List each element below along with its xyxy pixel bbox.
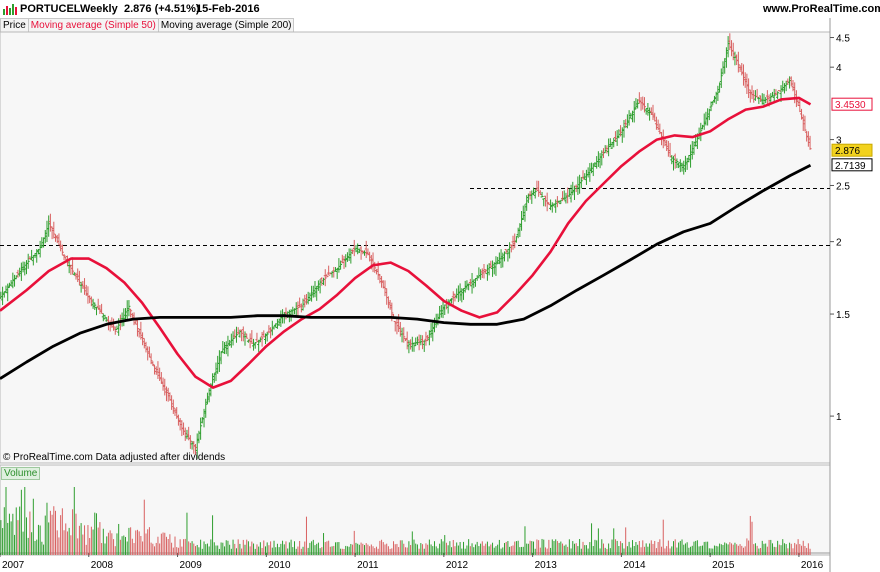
y-tick-label: 1 bbox=[836, 412, 842, 423]
x-tick-label: 2012 bbox=[446, 560, 469, 571]
x-tick-label: 2011 bbox=[357, 560, 379, 571]
x-tick-label: 2013 bbox=[535, 560, 558, 571]
price-value-tag: 2.876 bbox=[835, 146, 860, 157]
y-tick-label: 2.5 bbox=[836, 181, 850, 192]
volume-panel bbox=[0, 464, 831, 556]
x-tick-label: 2007 bbox=[2, 560, 25, 571]
data-note: © ProRealTime.com Data adjusted after di… bbox=[3, 452, 226, 463]
x-tick-label: 2014 bbox=[623, 560, 646, 571]
volume-label: Volume bbox=[1, 467, 41, 480]
y-tick-label: 4.5 bbox=[836, 34, 850, 45]
y-tick-label: 4 bbox=[836, 63, 842, 74]
y-tick-label: 2 bbox=[836, 238, 842, 249]
price-chart[interactable]: 4.5432.521.512007 2008 2009 2010 2011 2012 201… bbox=[0, 0, 880, 572]
price-panel bbox=[0, 31, 831, 464]
x-tick-label: 2016 bbox=[801, 560, 824, 571]
ma50-value-tag: 3.4530 bbox=[835, 100, 866, 111]
x-tick-label: 2015 bbox=[712, 560, 735, 571]
y-tick-label: 1.5 bbox=[836, 310, 850, 321]
x-tick-label: 2010 bbox=[268, 560, 291, 571]
x-tick-label: 2008 bbox=[91, 560, 114, 571]
x-tick-label: 2009 bbox=[180, 560, 203, 571]
ma200-value-tag: 2.7139 bbox=[835, 161, 866, 172]
